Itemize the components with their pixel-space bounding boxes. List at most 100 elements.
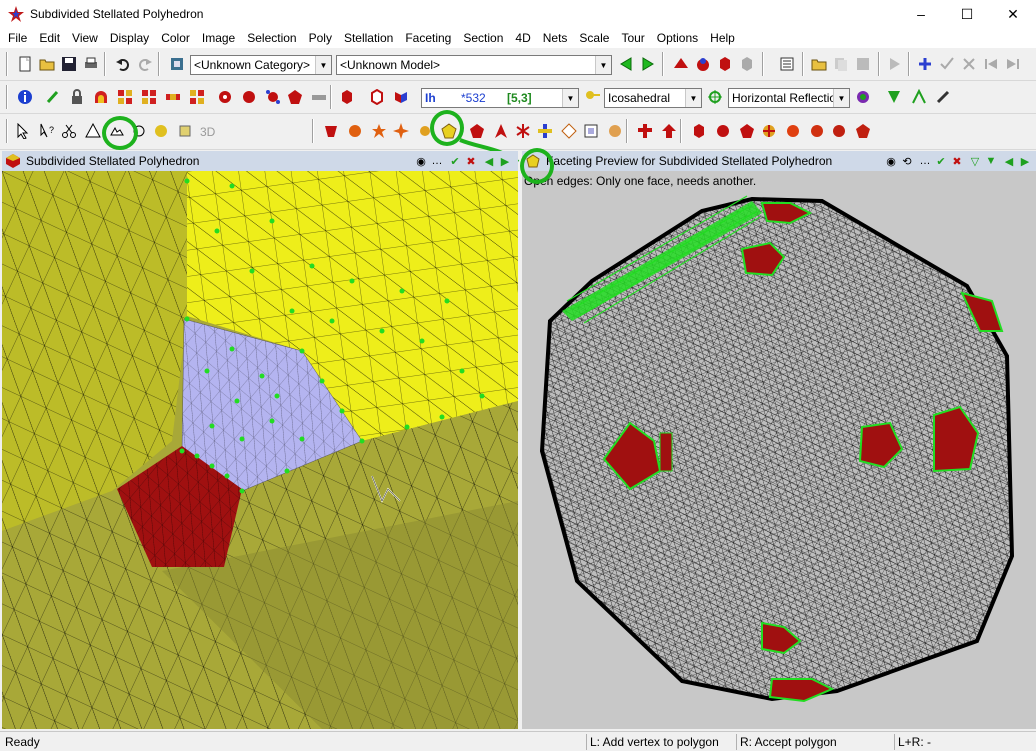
accept-icon[interactable]: ✔ bbox=[448, 154, 462, 168]
maximize-button[interactable]: ☐ bbox=[944, 0, 990, 28]
lock-icon[interactable] bbox=[66, 86, 88, 108]
arch-icon[interactable] bbox=[90, 86, 112, 108]
polyhedron-red-icon[interactable] bbox=[670, 53, 692, 75]
menu-tour[interactable]: Tour bbox=[615, 28, 650, 48]
pointer-icon[interactable] bbox=[12, 120, 34, 142]
list-icon[interactable] bbox=[776, 53, 798, 75]
red-arrow-icon[interactable] bbox=[658, 120, 680, 142]
minimize-button[interactable]: – bbox=[898, 0, 944, 28]
menu-poly[interactable]: Poly bbox=[303, 28, 338, 48]
bar-grey-icon[interactable] bbox=[308, 86, 330, 108]
crosshair-icon[interactable] bbox=[704, 86, 726, 108]
grid-color-2-icon[interactable] bbox=[186, 86, 208, 108]
filter-all-icon[interactable]: ▼ bbox=[984, 154, 998, 168]
accept-icon[interactable]: ✔ bbox=[934, 154, 948, 168]
stellated-orange-icon[interactable] bbox=[368, 120, 390, 142]
solid-pentagon-icon[interactable] bbox=[736, 120, 758, 142]
undo-icon[interactable] bbox=[112, 53, 134, 75]
star-dart-icon[interactable] bbox=[490, 120, 512, 142]
gear-red-icon[interactable] bbox=[214, 86, 236, 108]
open-folder-icon[interactable] bbox=[36, 53, 58, 75]
reflection-select[interactable]: Horizontal Reflection ▼ bbox=[728, 88, 850, 108]
red-cross-icon[interactable] bbox=[634, 120, 656, 142]
hand-yellow-icon[interactable] bbox=[150, 120, 172, 142]
reflect-icon[interactable] bbox=[390, 86, 412, 108]
faceting-preview-viewport[interactable]: Open edges: Only one face, needs another… bbox=[522, 171, 1036, 729]
previous-model-icon[interactable] bbox=[615, 53, 637, 75]
info-icon[interactable] bbox=[14, 86, 36, 108]
redo-icon[interactable] bbox=[134, 53, 156, 75]
cancel-icon[interactable]: ✖ bbox=[464, 154, 478, 168]
triangle-warning-icon[interactable] bbox=[82, 120, 104, 142]
polyhedron-blue-icon[interactable] bbox=[692, 53, 714, 75]
key-icon[interactable] bbox=[582, 86, 604, 108]
solid-cube-icon[interactable] bbox=[688, 120, 710, 142]
menu-display[interactable]: Display bbox=[104, 28, 155, 48]
pen-icon[interactable] bbox=[932, 86, 954, 108]
menu-selection[interactable]: Selection bbox=[241, 28, 302, 48]
menu-stellation[interactable]: Stellation bbox=[338, 28, 399, 48]
star-orange-icon[interactable] bbox=[390, 120, 412, 142]
solid-ball-4-icon[interactable] bbox=[852, 120, 874, 142]
print-icon[interactable] bbox=[80, 53, 102, 75]
new-icon[interactable] bbox=[14, 53, 36, 75]
category-select[interactable]: <Unknown Category> ▼ bbox=[190, 55, 332, 75]
cube-red-icon[interactable] bbox=[714, 53, 736, 75]
cross-grid-icon[interactable] bbox=[534, 120, 556, 142]
menu-options[interactable]: Options bbox=[651, 28, 704, 48]
copy-grey-icon[interactable] bbox=[830, 53, 852, 75]
save-grey-icon[interactable] bbox=[852, 53, 874, 75]
model-select[interactable]: <Unknown Model> ▼ bbox=[336, 55, 612, 75]
cube-grey-icon[interactable] bbox=[736, 53, 758, 75]
pentagon-icon[interactable] bbox=[284, 86, 306, 108]
next-model-icon[interactable] bbox=[637, 53, 659, 75]
menu-section[interactable]: Section bbox=[457, 28, 509, 48]
cube-outline-icon[interactable] bbox=[366, 86, 388, 108]
filter-s-icon[interactable] bbox=[884, 86, 906, 108]
asterisk-icon[interactable] bbox=[512, 120, 534, 142]
symmetry-select[interactable]: Ih *532 [5,3] ▼ bbox=[421, 88, 579, 108]
menu-faceting[interactable]: Faceting bbox=[399, 28, 457, 48]
save-icon[interactable] bbox=[58, 53, 80, 75]
skip-forward-grey-icon[interactable] bbox=[1002, 53, 1024, 75]
square-inset-icon[interactable] bbox=[580, 120, 602, 142]
add-plus-icon[interactable] bbox=[914, 53, 936, 75]
play-grey-icon[interactable] bbox=[884, 53, 906, 75]
menu-scale[interactable]: Scale bbox=[573, 28, 615, 48]
polyhedron-orange-icon[interactable] bbox=[344, 120, 366, 142]
skip-back-grey-icon[interactable] bbox=[980, 53, 1002, 75]
scissors-icon[interactable] bbox=[58, 120, 80, 142]
cancel-grey-icon[interactable] bbox=[958, 53, 980, 75]
grid-color-icon[interactable] bbox=[114, 86, 136, 108]
cancel-icon[interactable]: ✖ bbox=[950, 154, 964, 168]
angle-icon[interactable] bbox=[908, 86, 930, 108]
check-grey-icon[interactable] bbox=[936, 53, 958, 75]
cube-icon[interactable] bbox=[336, 86, 358, 108]
more-icon[interactable]: … bbox=[918, 154, 932, 168]
pentagon-red-icon[interactable] bbox=[466, 120, 488, 142]
options-icon[interactable]: ◉ bbox=[884, 154, 898, 168]
solid-sphere-icon[interactable] bbox=[712, 120, 734, 142]
solid-face-icon[interactable] bbox=[320, 120, 342, 142]
next-icon[interactable]: ▶ bbox=[1018, 154, 1032, 168]
target-icon[interactable] bbox=[852, 86, 874, 108]
refresh-icon[interactable]: ⟲ bbox=[900, 154, 914, 168]
symmetry-type-select[interactable]: Icosahedral ▼ bbox=[604, 88, 702, 108]
menu-help[interactable]: Help bbox=[704, 28, 741, 48]
model-render[interactable] bbox=[2, 171, 518, 729]
solid-ball-icon[interactable] bbox=[782, 120, 804, 142]
solid-ball-2-icon[interactable] bbox=[806, 120, 828, 142]
options-icon[interactable]: ◉ bbox=[414, 154, 428, 168]
model-viewport[interactable] bbox=[2, 171, 518, 729]
diamond-outline-icon[interactable] bbox=[558, 120, 580, 142]
filter-accept-icon[interactable]: ▽ bbox=[968, 154, 982, 168]
menu-color[interactable]: Color bbox=[155, 28, 196, 48]
previous-icon[interactable]: ◀ bbox=[1002, 154, 1016, 168]
more-icon[interactable]: … bbox=[430, 154, 444, 168]
molecule-icon[interactable] bbox=[262, 86, 284, 108]
faceting-preview-render[interactable]: Open edges: Only one face, needs another… bbox=[522, 171, 1036, 729]
menu-4d[interactable]: 4D bbox=[509, 28, 536, 48]
solid-color-ball-icon[interactable] bbox=[758, 120, 780, 142]
menu-nets[interactable]: Nets bbox=[537, 28, 574, 48]
next-icon[interactable]: ▶ bbox=[498, 154, 512, 168]
